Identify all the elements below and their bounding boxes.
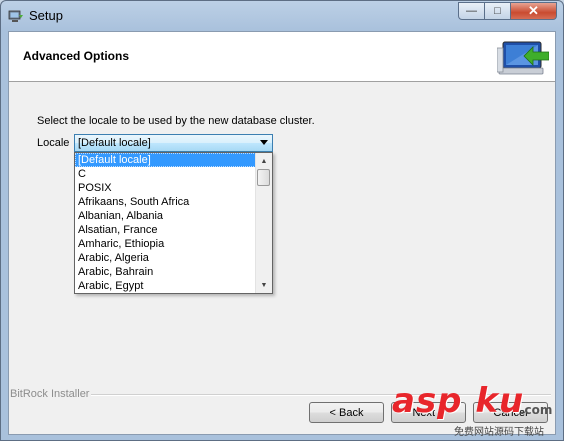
- minimize-button[interactable]: —: [458, 2, 485, 20]
- close-button[interactable]: ✕: [511, 2, 557, 20]
- installer-brand-label: BitRock Installer: [10, 388, 90, 400]
- scroll-thumb[interactable]: [257, 169, 270, 186]
- setup-window: Setup — □ ✕ Advanced Options Select the …: [0, 0, 564, 441]
- maximize-button[interactable]: □: [485, 2, 511, 20]
- locale-prompt-text: Select the locale to be used by the new …: [37, 115, 315, 127]
- scroll-down-icon[interactable]: ▼: [256, 277, 272, 293]
- locale-option[interactable]: C: [75, 167, 256, 181]
- watermark-text: asp ku: [392, 381, 525, 421]
- watermark-caption: 免费网站源码下载站: [454, 427, 544, 438]
- page-header: Advanced Options: [9, 32, 555, 82]
- locale-dropdown-list[interactable]: [Default locale] C POSIX Afrikaans, Sout…: [74, 152, 273, 294]
- caption-buttons: — □ ✕: [458, 2, 557, 20]
- locale-option[interactable]: Albanian, Albania: [75, 209, 256, 223]
- locale-option[interactable]: Arabic, Algeria: [75, 251, 256, 265]
- locale-option[interactable]: Arabic, Bahrain: [75, 265, 256, 279]
- locale-option[interactable]: Afrikaans, South Africa: [75, 195, 256, 209]
- dropdown-scrollbar[interactable]: ▲ ▼: [255, 153, 272, 293]
- watermark-logo: asp ku .com 免费网站源码下载站: [392, 381, 560, 439]
- scroll-up-icon[interactable]: ▲: [256, 153, 272, 169]
- locale-option[interactable]: Amharic, Ethiopia: [75, 237, 256, 251]
- setup-app-icon: [8, 10, 23, 22]
- locale-option[interactable]: POSIX: [75, 181, 256, 195]
- minimize-icon: —: [466, 5, 477, 17]
- locale-options: [Default locale] C POSIX Afrikaans, Sout…: [75, 153, 256, 293]
- locale-option[interactable]: Arabic, Egypt: [75, 279, 256, 293]
- locale-combobox[interactable]: [Default locale]: [74, 134, 273, 152]
- locale-label: Locale: [37, 137, 70, 149]
- close-icon: ✕: [528, 3, 539, 18]
- locale-selected-value: [Default locale]: [78, 137, 151, 149]
- locale-option-selected[interactable]: [Default locale]: [75, 153, 256, 167]
- dialog-client-area: Advanced Options Select the locale to be…: [8, 31, 556, 435]
- chevron-down-icon[interactable]: [260, 140, 268, 145]
- page-title: Advanced Options: [23, 49, 130, 63]
- locale-option[interactable]: Alsatian, France: [75, 223, 256, 237]
- maximize-icon: □: [494, 5, 501, 17]
- window-title: Setup: [29, 8, 63, 23]
- installer-computer-icon: [497, 41, 549, 75]
- watermark-domain: .com: [520, 403, 553, 417]
- back-button[interactable]: < Back: [309, 402, 384, 423]
- title-bar[interactable]: Setup — □ ✕: [1, 1, 563, 31]
